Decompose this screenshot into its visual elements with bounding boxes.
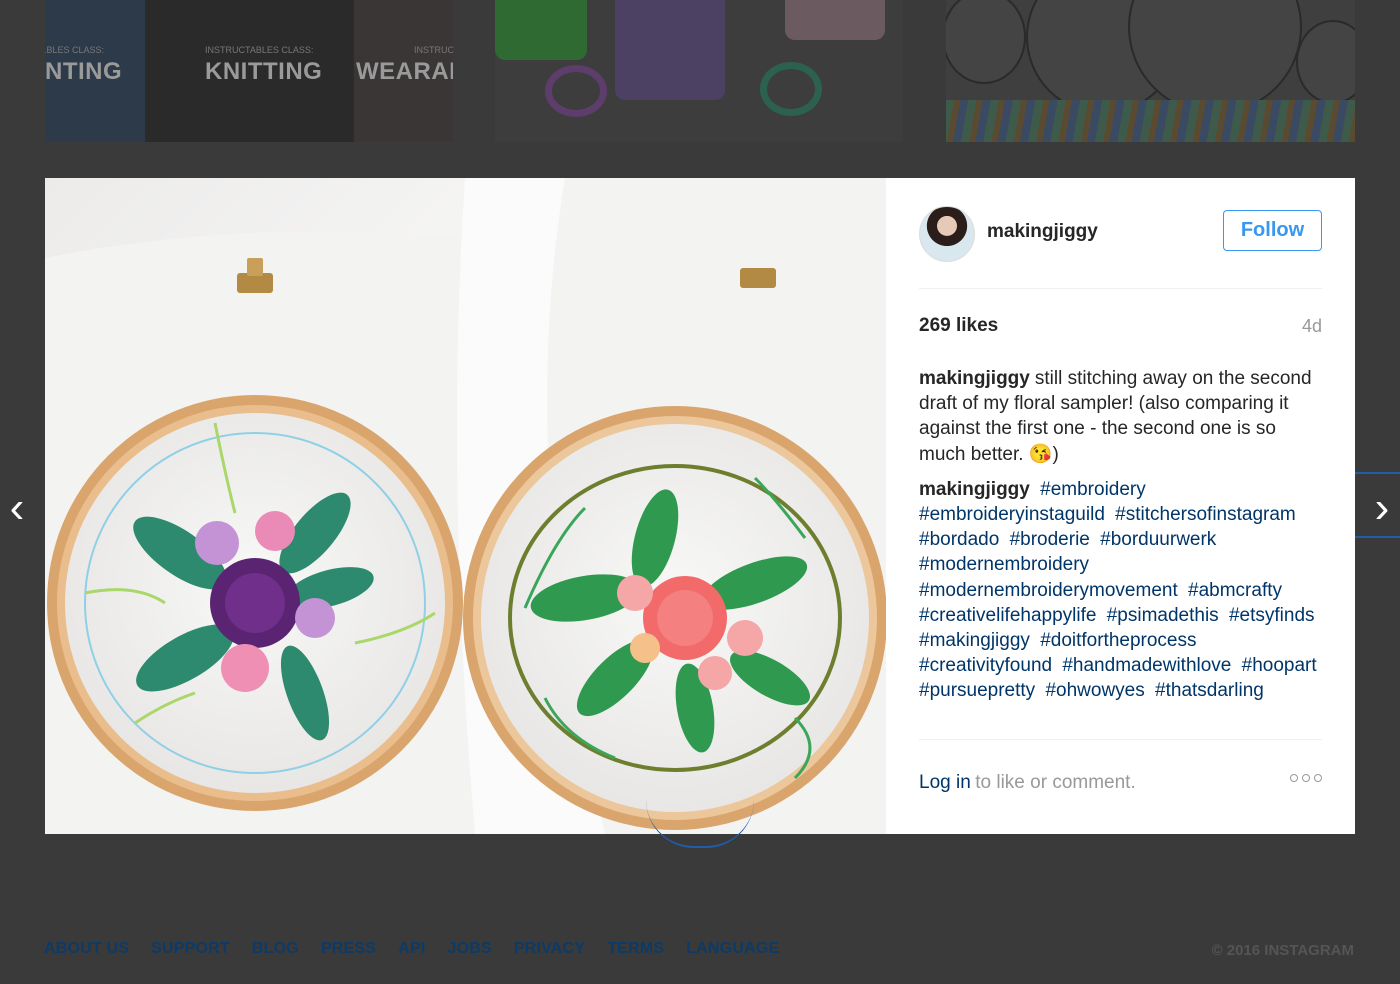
hashtag-link[interactable]: #makingjiggy xyxy=(919,630,1030,651)
hashtag-link[interactable]: #etsyfinds xyxy=(1229,605,1315,626)
hashtag-link[interactable]: #thatsdarling xyxy=(1155,680,1264,701)
thumbnail-classes[interactable]: ...BLES CLASS: NTING INSTRUCTABLES CLASS… xyxy=(45,0,453,142)
hashtag-link[interactable]: #handmadewithlove xyxy=(1062,655,1231,676)
footer-link-support[interactable]: SUPPORT xyxy=(151,940,230,958)
post-header: makingjiggy Follow xyxy=(919,206,1322,262)
footer-link-blog[interactable]: BLOG xyxy=(252,940,299,958)
hashtag-link[interactable]: #pursuepretty xyxy=(919,680,1035,701)
hashtag-link[interactable]: #embroideryinstaguild xyxy=(919,504,1105,525)
comments-list[interactable]: makingjiggy still stitching away on the s… xyxy=(919,366,1322,740)
footer-link-about[interactable]: ABOUT US xyxy=(44,940,129,958)
caption: makingjiggy still stitching away on the s… xyxy=(919,366,1322,467)
post-age[interactable]: 4d xyxy=(1302,316,1322,337)
class-tile-knitting: INSTRUCTABLES CLASS: KNITTING xyxy=(147,0,352,142)
tile-title: WEARABLE E xyxy=(356,58,453,85)
hashtag-link[interactable]: #abmcrafty xyxy=(1188,580,1282,601)
doodle-circle xyxy=(1296,20,1355,104)
hashtag-link[interactable]: #psimadethis xyxy=(1107,605,1219,626)
more-dot-icon xyxy=(1302,774,1310,782)
felt-purple xyxy=(615,0,725,100)
comment: makingjiggy #embroidery #embroideryinsta… xyxy=(919,477,1322,704)
tile-title: NTING xyxy=(45,58,123,85)
header-username[interactable]: makingjiggy xyxy=(987,221,1098,243)
felt-pink xyxy=(785,0,885,40)
divider xyxy=(919,739,1322,740)
thread-purple xyxy=(545,65,607,117)
tile-subtitle: ...BLES CLASS: xyxy=(45,45,105,55)
hashtag-link[interactable]: #doitfortheprocess xyxy=(1040,630,1196,651)
comment-username[interactable]: makingjiggy xyxy=(919,479,1030,500)
nav-highlight xyxy=(1355,536,1400,538)
comment-prompt: Log in to like or comment. xyxy=(919,772,1322,800)
doodle-circle xyxy=(1128,0,1302,114)
caption-username[interactable]: makingjiggy xyxy=(919,368,1030,389)
hashtag-link[interactable]: #modernembroidery xyxy=(919,554,1089,575)
doodle-circle xyxy=(946,0,1026,84)
login-link[interactable]: Log in xyxy=(919,772,971,793)
post-sidebar: makingjiggy Follow 269 likes 4d makingji… xyxy=(886,178,1355,834)
class-tile-painting: ...BLES CLASS: NTING xyxy=(45,0,145,142)
thread-strands xyxy=(946,100,1355,142)
hashtag-link[interactable]: #stitchersofinstagram xyxy=(1115,504,1296,525)
thread-teal xyxy=(760,62,822,116)
hashtag-link[interactable]: #borduurwerk xyxy=(1100,529,1216,550)
footer-link-jobs[interactable]: JOBS xyxy=(447,940,491,958)
more-options-button[interactable] xyxy=(1290,774,1322,782)
nav-highlight xyxy=(1355,472,1400,474)
tile-title: KNITTING xyxy=(205,58,323,85)
next-arrow-icon[interactable]: › xyxy=(1367,486,1397,530)
footer-nav: ABOUT US SUPPORT BLOG PRESS API JOBS PRI… xyxy=(44,940,779,958)
hashtag-link[interactable]: #ohwowyes xyxy=(1045,680,1144,701)
more-dot-icon xyxy=(1290,774,1298,782)
thumbnail-doodles[interactable] xyxy=(946,0,1355,142)
footer-link-api[interactable]: API xyxy=(398,940,425,958)
loading-arc xyxy=(646,800,754,848)
embroidery-hoops-image xyxy=(45,178,886,834)
likes-count[interactable]: 269 likes xyxy=(919,315,998,337)
hashtag-link[interactable]: #bordado xyxy=(919,529,999,550)
hashtag-link[interactable]: #hoopart xyxy=(1242,655,1317,676)
hashtag-link[interactable]: #creativityfound xyxy=(919,655,1052,676)
post-modal: makingjiggy Follow 269 likes 4d makingji… xyxy=(45,178,1355,834)
prev-arrow-icon[interactable]: ‹ xyxy=(2,486,32,530)
tile-subtitle: INSTRUCT xyxy=(414,45,453,55)
hashtag-link[interactable]: #broderie xyxy=(1010,529,1090,550)
footer-link-press[interactable]: PRESS xyxy=(321,940,376,958)
class-tile-wearable: INSTRUCT WEARABLE E xyxy=(354,0,453,142)
hashtag-link[interactable]: #creativelifehappylife xyxy=(919,605,1096,626)
avatar[interactable] xyxy=(919,206,975,262)
hashtag-link[interactable]: #embroidery xyxy=(1040,479,1146,500)
footer-link-privacy[interactable]: PRIVACY xyxy=(514,940,585,958)
follow-button[interactable]: Follow xyxy=(1223,210,1322,251)
tile-subtitle: INSTRUCTABLES CLASS: xyxy=(205,45,314,55)
copyright: © 2016 INSTAGRAM xyxy=(1211,942,1354,959)
more-dot-icon xyxy=(1314,774,1322,782)
login-prompt-text: to like or comment. xyxy=(975,772,1136,793)
felt-green xyxy=(495,0,587,60)
footer-link-language[interactable]: LANGUAGE xyxy=(686,940,779,958)
footer-link-terms[interactable]: TERMS xyxy=(607,940,664,958)
thumbnail-felt[interactable] xyxy=(495,0,903,142)
hashtag-link[interactable]: #modernembroiderymovement xyxy=(919,580,1178,601)
divider xyxy=(919,288,1322,289)
post-photo[interactable] xyxy=(45,178,886,834)
